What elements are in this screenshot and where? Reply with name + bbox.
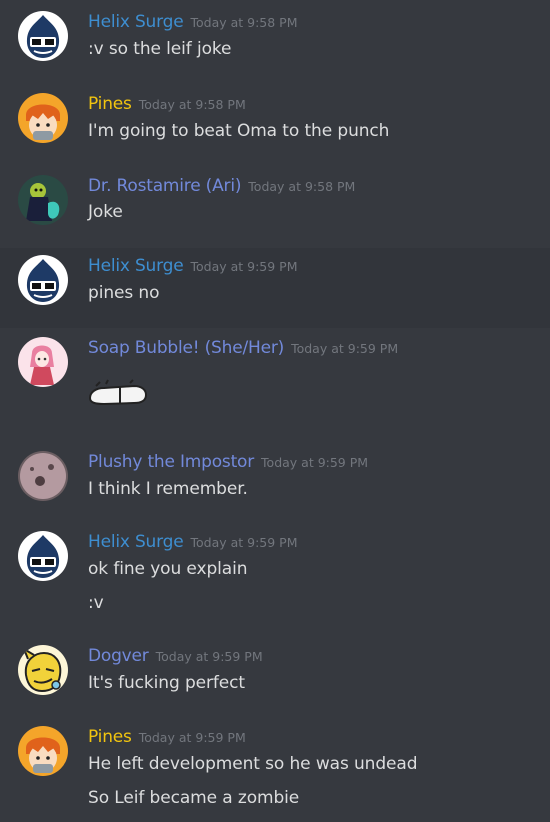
message-group: Pines Today at 9:58 PM I'm going to beat … <box>0 80 550 162</box>
message-group: Soap Bubble! (She/Her) Today at 9:59 PM <box>0 328 550 442</box>
timestamp: Today at 9:58 PM <box>190 15 298 30</box>
plushy-avatar[interactable] <box>18 451 68 501</box>
message-group: Pines Today at 9:59 PM He left developmen… <box>0 716 550 822</box>
pines-avatar[interactable] <box>18 726 68 776</box>
rostamire-avatar[interactable] <box>18 175 68 225</box>
timestamp: Today at 9:59 PM <box>155 649 263 664</box>
timestamp: Today at 9:58 PM <box>248 179 356 194</box>
timestamp: Today at 9:59 PM <box>261 455 369 470</box>
pill-sticker-image[interactable] <box>86 376 152 410</box>
message-text: So Leif became a zombie <box>88 788 300 808</box>
author-name[interactable]: Pines <box>88 94 132 114</box>
message-text: Joke <box>88 202 123 222</box>
author-name[interactable]: Helix Surge <box>88 256 184 276</box>
pines-avatar[interactable] <box>18 93 68 143</box>
chat-messages: Helix Surge Today at 9:58 PM :v so the le… <box>0 0 550 822</box>
timestamp: Today at 9:59 PM <box>291 341 399 356</box>
message-text: He left development so he was undead <box>88 754 418 774</box>
timestamp: Today at 9:59 PM <box>190 535 298 550</box>
message-group: Dr. Rostamire (Ari) Today at 9:58 PM Joke <box>0 162 550 248</box>
author-name[interactable]: Helix Surge <box>88 12 184 32</box>
message-text: :v <box>88 593 104 613</box>
author-name[interactable]: Plushy the Impostor <box>88 452 254 472</box>
author-name[interactable]: Dogver <box>88 646 149 666</box>
soap-bubble-avatar[interactable] <box>18 337 68 387</box>
helix-avatar[interactable] <box>18 11 68 61</box>
author-name[interactable]: Dr. Rostamire (Ari) <box>88 176 241 196</box>
timestamp: Today at 9:58 PM <box>138 97 246 112</box>
author-name[interactable]: Soap Bubble! (She/Her) <box>88 338 284 358</box>
author-name[interactable]: Helix Surge <box>88 532 184 552</box>
timestamp: Today at 9:59 PM <box>138 730 246 745</box>
message-group: Helix Surge Today at 9:59 PM pines no <box>0 248 550 328</box>
message-text: ok fine you explain <box>88 559 248 579</box>
message-text: I'm going to beat Oma to the punch <box>88 121 390 141</box>
timestamp: Today at 9:59 PM <box>190 259 298 274</box>
dogver-avatar[interactable] <box>18 645 68 695</box>
message-group: Helix Surge Today at 9:58 PM :v so the le… <box>0 0 550 80</box>
message-text: It's fucking perfect <box>88 673 245 693</box>
helix-avatar[interactable] <box>18 255 68 305</box>
message-group: Dogver Today at 9:59 PM It's fucking perf… <box>0 636 550 716</box>
author-name[interactable]: Pines <box>88 727 132 747</box>
message-group: Helix Surge Today at 9:59 PM ok fine you … <box>0 522 550 636</box>
helix-avatar[interactable] <box>18 531 68 581</box>
message-text: I think I remember. <box>88 479 248 499</box>
message-text: pines no <box>88 283 160 303</box>
message-text: :v so the leif joke <box>88 39 232 59</box>
message-group: Plushy the Impostor Today at 9:59 PM I th… <box>0 442 550 522</box>
